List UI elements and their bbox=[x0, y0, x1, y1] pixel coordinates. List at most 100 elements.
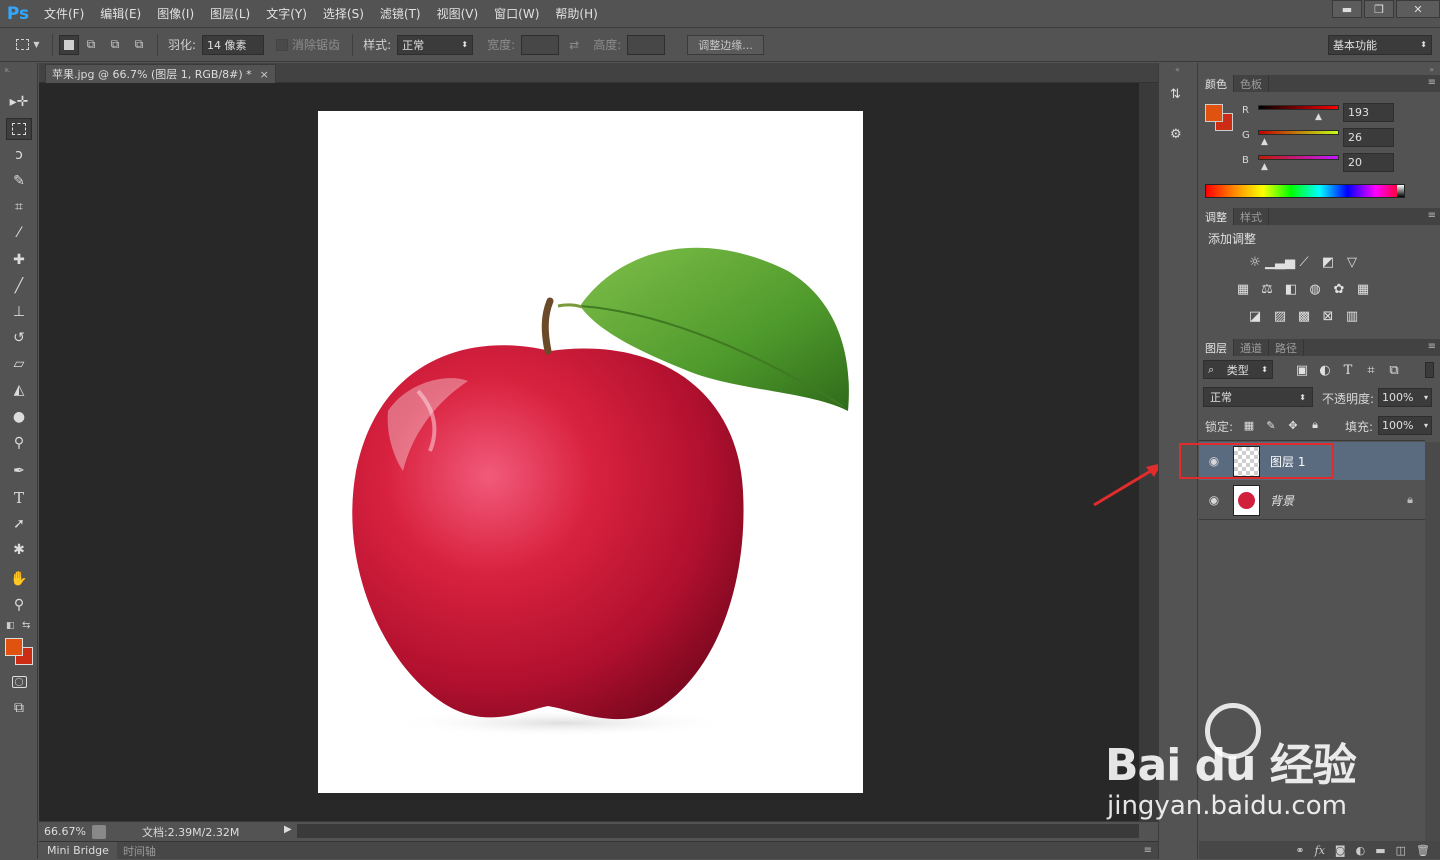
menu-select[interactable]: 选择(S) bbox=[315, 0, 372, 28]
workspace-select[interactable]: 基本功能 ⬍ bbox=[1328, 34, 1432, 55]
add-selection-button[interactable]: ⧉ bbox=[79, 35, 103, 55]
fg-color-swatch[interactable] bbox=[1205, 104, 1223, 122]
levels-icon[interactable]: ▁▃▅ bbox=[1265, 254, 1295, 270]
zoom-tool-icon[interactable]: ⚲ bbox=[6, 594, 32, 616]
type-tool-icon[interactable]: T bbox=[6, 487, 32, 509]
filter-shape-icon[interactable]: ⌗ bbox=[1362, 362, 1380, 378]
dropdown-arrow-icon[interactable]: ▾ bbox=[1424, 393, 1428, 402]
default-colors-icon[interactable]: ◧ bbox=[6, 621, 15, 631]
red-slider-thumb-icon[interactable]: ▲ bbox=[1315, 112, 1322, 122]
subtract-selection-button[interactable]: ⧉ bbox=[103, 35, 127, 55]
tab-styles[interactable]: 样式 bbox=[1234, 208, 1269, 225]
new-layer-icon[interactable]: ◫ bbox=[1396, 844, 1406, 857]
blue-slider[interactable] bbox=[1258, 155, 1339, 160]
foreground-color-swatch[interactable] bbox=[5, 638, 23, 656]
screen-mode-icon[interactable]: ⧉ bbox=[6, 697, 32, 719]
quick-mask-icon[interactable]: ◯ bbox=[6, 671, 32, 693]
eyedropper-tool-icon[interactable]: ⁄ bbox=[6, 222, 32, 244]
hand-tool-icon[interactable]: ✋ bbox=[6, 568, 32, 590]
history-panel-icon[interactable]: ⇅ bbox=[1170, 87, 1188, 105]
photo-filter-icon[interactable]: ◍ bbox=[1306, 281, 1324, 297]
menu-filter[interactable]: 滤镜(T) bbox=[372, 0, 429, 28]
swap-colors-icon[interactable]: ⇆ bbox=[22, 620, 30, 631]
green-value[interactable]: 26 bbox=[1343, 128, 1394, 147]
menu-image[interactable]: 图像(I) bbox=[149, 0, 202, 28]
fill-input[interactable]: 100% ▾ bbox=[1378, 416, 1432, 435]
lock-transparent-icon[interactable]: ▦ bbox=[1240, 417, 1258, 433]
tool-preset-picker[interactable]: ▼ bbox=[10, 35, 46, 55]
eye-icon[interactable]: ◉ bbox=[1203, 493, 1225, 507]
tab-channels[interactable]: 通道 bbox=[1234, 339, 1269, 356]
new-adjustment-layer-icon[interactable]: ◐ bbox=[1356, 844, 1366, 857]
height-input[interactable] bbox=[627, 34, 666, 55]
threshold-icon[interactable]: ▩ bbox=[1295, 308, 1313, 324]
marquee-tool-icon[interactable] bbox=[6, 118, 32, 140]
blur-tool-icon[interactable]: ● bbox=[6, 406, 32, 428]
tab-swatches[interactable]: 色板 bbox=[1234, 75, 1269, 92]
selective-color-icon[interactable]: ⊠ bbox=[1319, 308, 1337, 324]
feather-input[interactable]: 14 像素 bbox=[202, 34, 265, 55]
clone-stamp-tool-icon[interactable]: ⊥ bbox=[6, 301, 32, 323]
tab-layers[interactable]: 图层 bbox=[1199, 339, 1234, 356]
dropdown-arrow-icon[interactable]: ▾ bbox=[1424, 421, 1428, 430]
curves-icon[interactable]: ⟋ bbox=[1295, 254, 1313, 270]
crop-tool-icon[interactable]: ⌗ bbox=[6, 196, 32, 218]
horizontal-scrollbar[interactable] bbox=[297, 824, 1139, 838]
color-balance-icon[interactable]: ⚖ bbox=[1258, 281, 1276, 297]
delete-layer-icon[interactable]: 🗑︎ bbox=[1416, 844, 1430, 857]
lock-pixels-icon[interactable]: ✎ bbox=[1262, 417, 1280, 433]
add-mask-icon[interactable]: ◙ bbox=[1335, 844, 1346, 857]
style-select[interactable]: 正常 ⬍ bbox=[397, 34, 474, 55]
document-tab[interactable]: 苹果.jpg @ 66.7% (图层 1, RGB/8#) * × bbox=[45, 64, 276, 83]
menu-help[interactable]: 帮助(H) bbox=[547, 0, 605, 28]
filter-type-icon[interactable]: T bbox=[1339, 362, 1357, 378]
link-layers-icon[interactable]: ⚭ bbox=[1295, 844, 1304, 857]
swap-icon[interactable]: ⇄ bbox=[569, 38, 579, 52]
intersect-selection-button[interactable]: ⧉ bbox=[127, 35, 151, 55]
panel-menu-icon[interactable]: ≡ bbox=[1144, 845, 1152, 856]
layer-row-background[interactable]: ◉ 背景 🔒︎ bbox=[1199, 481, 1425, 519]
properties-panel-icon[interactable]: ⚙ bbox=[1170, 127, 1188, 145]
lasso-tool-icon[interactable]: ↄ bbox=[6, 144, 32, 166]
lock-position-icon[interactable]: ✥ bbox=[1284, 417, 1302, 433]
color-spectrum-bar[interactable] bbox=[1205, 184, 1405, 198]
eraser-tool-icon[interactable]: ▱ bbox=[6, 353, 32, 375]
black-white-ramp[interactable] bbox=[1397, 185, 1404, 197]
color-lookup-icon[interactable]: ▦ bbox=[1354, 281, 1372, 297]
history-brush-tool-icon[interactable]: ↺ bbox=[6, 327, 32, 349]
pen-tool-icon[interactable]: ✒ bbox=[6, 460, 32, 482]
expand-panels-icon[interactable]: « bbox=[1175, 65, 1180, 74]
filter-toggle[interactable] bbox=[1425, 362, 1434, 378]
menu-type[interactable]: 文字(Y) bbox=[258, 0, 315, 28]
tab-adjustments[interactable]: 调整 bbox=[1199, 208, 1234, 225]
blend-mode-select[interactable]: 正常 ⬍ bbox=[1203, 387, 1313, 407]
menu-edit[interactable]: 编辑(E) bbox=[92, 0, 149, 28]
tab-paths[interactable]: 路径 bbox=[1269, 339, 1304, 356]
blue-slider-thumb-icon[interactable]: ▲ bbox=[1261, 162, 1268, 172]
move-tool-icon[interactable]: ▸✛ bbox=[6, 91, 32, 113]
filter-smart-object-icon[interactable]: ⧉ bbox=[1385, 362, 1403, 378]
new-selection-button[interactable] bbox=[59, 34, 79, 55]
layer-filter-select[interactable]: ⌕ 类型 ⬍ bbox=[1203, 360, 1273, 379]
status-info-icon[interactable] bbox=[91, 824, 106, 839]
minimize-button[interactable]: ▬ bbox=[1332, 0, 1362, 18]
fx-icon[interactable]: fx bbox=[1315, 844, 1325, 857]
brightness-contrast-icon[interactable]: ☼ bbox=[1246, 254, 1264, 270]
refine-edge-button[interactable]: 调整边缘... bbox=[687, 34, 764, 55]
path-selection-tool-icon[interactable]: ➚ bbox=[6, 513, 32, 535]
channel-mixer-icon[interactable]: ✿ bbox=[1330, 281, 1348, 297]
filter-adjustment-icon[interactable]: ◐ bbox=[1316, 362, 1334, 378]
exposure-icon[interactable]: ◩ bbox=[1319, 254, 1337, 270]
menu-layer[interactable]: 图层(L) bbox=[202, 0, 258, 28]
vertical-scrollbar[interactable] bbox=[1139, 83, 1158, 821]
blue-value[interactable]: 20 bbox=[1343, 153, 1394, 172]
new-group-icon[interactable]: ▬ bbox=[1375, 844, 1385, 857]
layer-name[interactable]: 背景 bbox=[1270, 492, 1294, 509]
red-slider[interactable] bbox=[1258, 105, 1339, 110]
panel-menu-icon[interactable]: ≡ bbox=[1428, 77, 1436, 88]
green-slider-thumb-icon[interactable]: ▲ bbox=[1261, 137, 1268, 147]
status-menu-arrow-icon[interactable]: ▶ bbox=[284, 824, 292, 835]
panel-menu-icon[interactable]: ≡ bbox=[1428, 210, 1436, 221]
filter-pixel-icon[interactable]: ▣ bbox=[1293, 362, 1311, 378]
vibrance-icon[interactable]: ▽ bbox=[1343, 254, 1361, 270]
